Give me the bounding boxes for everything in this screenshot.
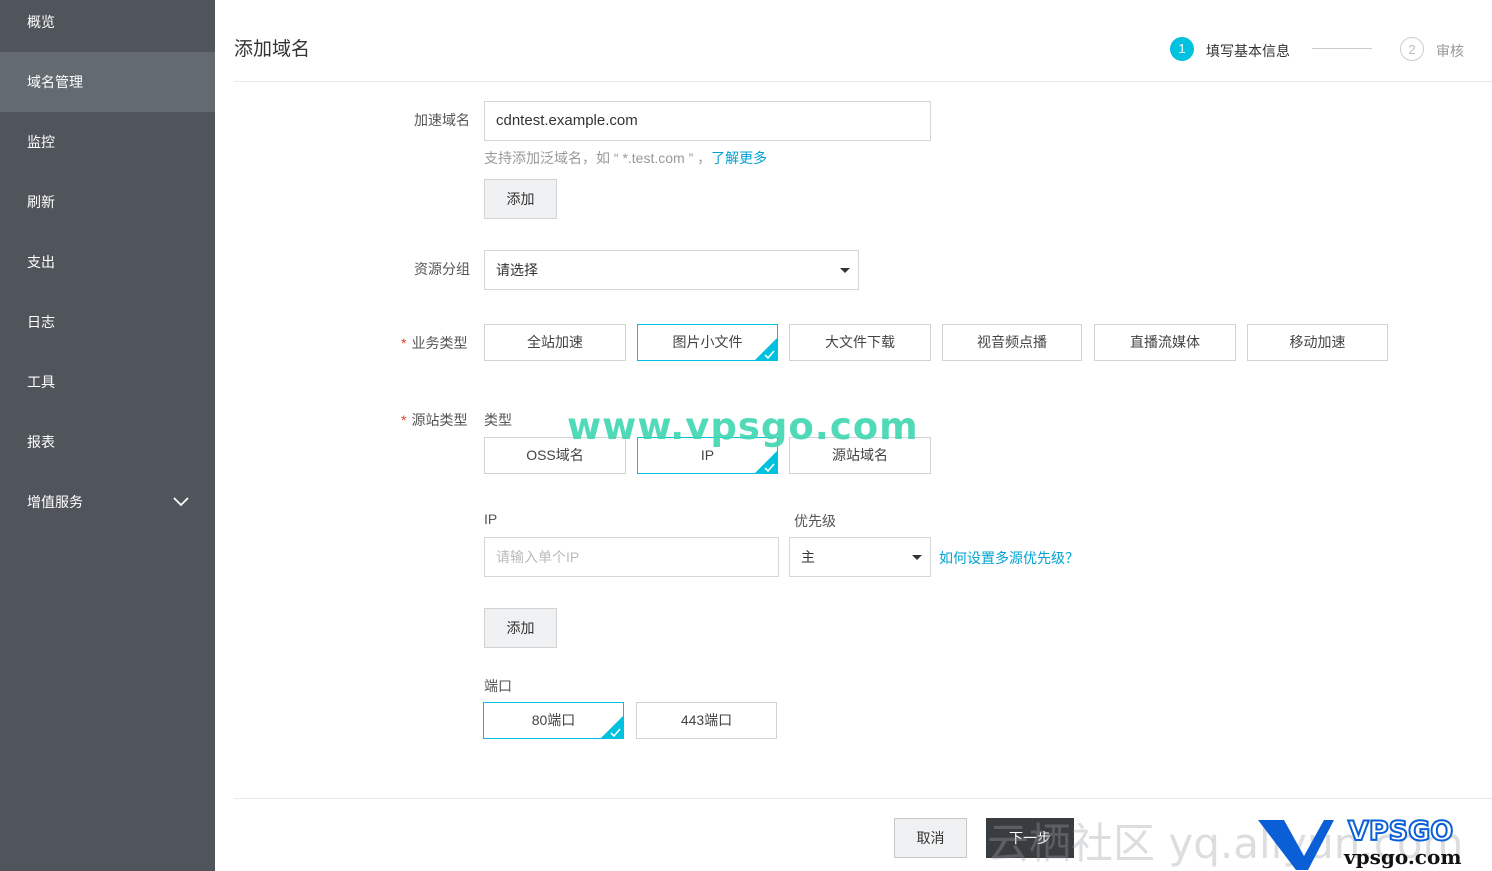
step-indicator: 1 填写基本信息 2 审核 bbox=[1170, 37, 1480, 63]
sidebar-item-label: 报表 bbox=[27, 434, 55, 450]
main-content: 添加域名 1 填写基本信息 2 审核 加速域名 cdntest.example.… bbox=[215, 0, 1492, 871]
add-origin-button[interactable]: 添加 bbox=[484, 608, 557, 648]
caret-down-icon bbox=[840, 268, 850, 273]
page-title: 添加域名 bbox=[234, 39, 311, 60]
add-domain-button[interactable]: 添加 bbox=[484, 179, 557, 219]
domain-input[interactable]: cdntest.example.com bbox=[484, 101, 931, 141]
sidebar-item-label: 工具 bbox=[27, 374, 55, 390]
business-type-option-mobile[interactable]: 移动加速 bbox=[1247, 324, 1388, 361]
sidebar-item-domain-management[interactable]: 域名管理 bbox=[0, 52, 215, 112]
step-2-label: 审核 bbox=[1436, 43, 1464, 59]
business-type-option-vod[interactable]: 视音频点播 bbox=[942, 324, 1082, 361]
sidebar: 概览 域名管理 监控 刷新 支出 日志 工具 报表 增值服务 bbox=[0, 0, 215, 871]
sidebar-item-label: 概览 bbox=[27, 14, 55, 30]
selected-check-icon bbox=[600, 715, 624, 739]
sidebar-item-label: 支出 bbox=[27, 254, 55, 270]
sidebar-item-label: 监控 bbox=[27, 134, 55, 150]
resource-group-value: 请选择 bbox=[496, 262, 538, 278]
learn-more-link[interactable]: 了解更多 bbox=[711, 150, 767, 166]
port-label: 端口 bbox=[484, 678, 512, 694]
cancel-button[interactable]: 取消 bbox=[894, 818, 967, 858]
svg-text:VPSGO: VPSGO bbox=[1348, 816, 1453, 847]
priority-label: 优先级 bbox=[794, 513, 836, 529]
footer-divider bbox=[234, 798, 1492, 799]
sidebar-item-overview[interactable]: 概览 bbox=[0, 0, 215, 52]
option-label: 图片小文件 bbox=[672, 334, 743, 350]
sidebar-item-monitoring[interactable]: 监控 bbox=[0, 112, 215, 172]
ip-input[interactable]: 请输入单个IP bbox=[484, 537, 779, 577]
sidebar-item-label: 域名管理 bbox=[27, 74, 83, 90]
svg-text:vpsgo.com: vpsgo.com bbox=[1343, 845, 1461, 869]
business-type-option-full-site[interactable]: 全站加速 bbox=[484, 324, 626, 361]
origin-type-sublabel: 类型 bbox=[484, 412, 512, 428]
sidebar-item-label: 刷新 bbox=[27, 194, 55, 210]
business-type-label-text: 业务类型 bbox=[411, 335, 468, 351]
step-1-number: 1 bbox=[1170, 37, 1194, 61]
option-label: 80端口 bbox=[531, 712, 576, 728]
sidebar-item-logs[interactable]: 日志 bbox=[0, 292, 215, 352]
sidebar-item-label: 增值服务 bbox=[27, 494, 83, 510]
step-connector bbox=[1312, 48, 1372, 49]
selected-check-icon bbox=[754, 337, 778, 361]
priority-value: 主 bbox=[801, 549, 815, 565]
selected-check-icon bbox=[754, 450, 778, 474]
required-mark: * bbox=[401, 412, 407, 428]
origin-type-label-text: 源站类型 bbox=[411, 412, 468, 428]
domain-label: 加速域名 bbox=[414, 112, 470, 128]
step-2-number: 2 bbox=[1400, 37, 1424, 61]
option-label: IP bbox=[700, 447, 715, 463]
priority-select[interactable]: 主 bbox=[789, 537, 931, 577]
watermark-text: www.vpsgo.com bbox=[567, 405, 919, 448]
business-type-option-image-small-file[interactable]: 图片小文件 bbox=[637, 324, 778, 361]
sidebar-item-label: 日志 bbox=[27, 314, 55, 330]
sidebar-item-value-added-services[interactable]: 增值服务 bbox=[0, 472, 215, 532]
port-option-443[interactable]: 443端口 bbox=[636, 702, 777, 739]
sidebar-item-refresh[interactable]: 刷新 bbox=[0, 172, 215, 232]
sidebar-item-reports[interactable]: 报表 bbox=[0, 412, 215, 472]
sidebar-item-billing[interactable]: 支出 bbox=[0, 232, 215, 292]
chevron-down-icon bbox=[173, 497, 189, 507]
required-mark: * bbox=[401, 335, 407, 351]
priority-help-link[interactable]: 如何设置多源优先级？ bbox=[939, 548, 1079, 568]
port-option-80[interactable]: 80端口 bbox=[483, 702, 624, 739]
domain-hint: 支持添加泛域名，如 “ *.test.com ” ，了解更多 bbox=[484, 148, 767, 168]
business-type-option-live[interactable]: 直播流媒体 bbox=[1094, 324, 1236, 361]
ip-label: IP bbox=[484, 511, 498, 527]
sidebar-item-tools[interactable]: 工具 bbox=[0, 352, 215, 412]
origin-type-label: * 源站类型 bbox=[401, 410, 467, 430]
caret-down-icon bbox=[912, 555, 922, 560]
header-divider bbox=[234, 81, 1492, 82]
business-type-option-large-file[interactable]: 大文件下载 bbox=[789, 324, 931, 361]
vpsgo-logo: VPSGO vpsgo.com bbox=[1258, 815, 1461, 870]
resource-group-label: 资源分组 bbox=[414, 261, 470, 277]
resource-group-select[interactable]: 请选择 bbox=[484, 250, 859, 290]
business-type-label: * 业务类型 bbox=[401, 333, 467, 353]
step-1-label: 填写基本信息 bbox=[1206, 43, 1290, 59]
domain-hint-text: 支持添加泛域名，如 “ *.test.com ” ， bbox=[484, 150, 712, 166]
